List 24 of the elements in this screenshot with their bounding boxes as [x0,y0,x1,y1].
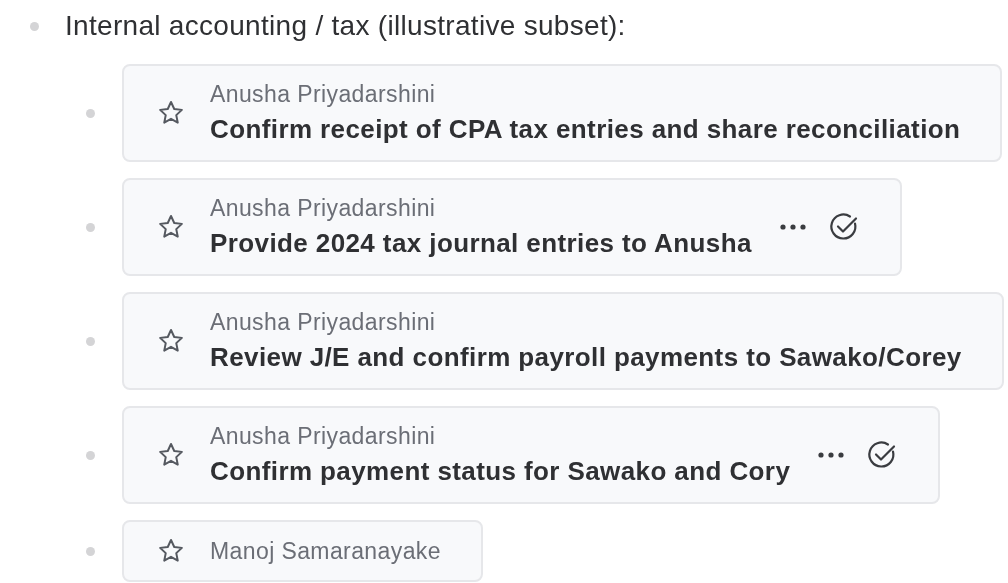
author-name: Anusha Priyadarshini [210,80,437,108]
section-heading: Internal accounting / tax (illustrative subset): [65,10,626,42]
task-title: Provide 2024 tax journal entries to Anusha [210,227,752,260]
author-name: Anusha Priyadarshini [210,194,437,222]
task-card[interactable]: Anusha Priyadarshini Confirm payment status for Sawako and Cory [122,406,941,504]
more-icon[interactable] [818,452,845,458]
more-icon[interactable] [779,224,806,230]
author-name: Anusha Priyadarshini [210,422,437,450]
check-circle-icon[interactable] [827,211,860,243]
task-card[interactable]: Manoj Samaranayake [122,520,483,582]
task-card[interactable]: Anusha Priyadarshini Provide 2024 tax journal entries to Anusha [122,178,902,276]
task-title: Confirm payment status for Sawako and Cory [210,455,791,488]
task-card[interactable]: Anusha Priyadarshini Confirm receipt of CPA tax entries and share reconciliation [122,64,1003,162]
bullet-dot [86,336,95,346]
author-name: Manoj Samaranayake [210,537,441,565]
bullet-dot [30,21,39,31]
author-name: Anusha Priyadarshini [210,308,437,336]
bullet-dot [86,450,95,460]
task-title: Review J/E and confirm payroll payments to Sawako/Corey [210,341,962,374]
bullet-dot [86,222,95,232]
bullet-dot [86,546,95,556]
bullet-dot [86,108,95,118]
task-title: Confirm receipt of CPA tax entries and share reconciliation [210,113,961,146]
task-card[interactable]: Anusha Priyadarshini Review J/E and confirm payroll payments to Sawako/Corey [122,292,1004,390]
